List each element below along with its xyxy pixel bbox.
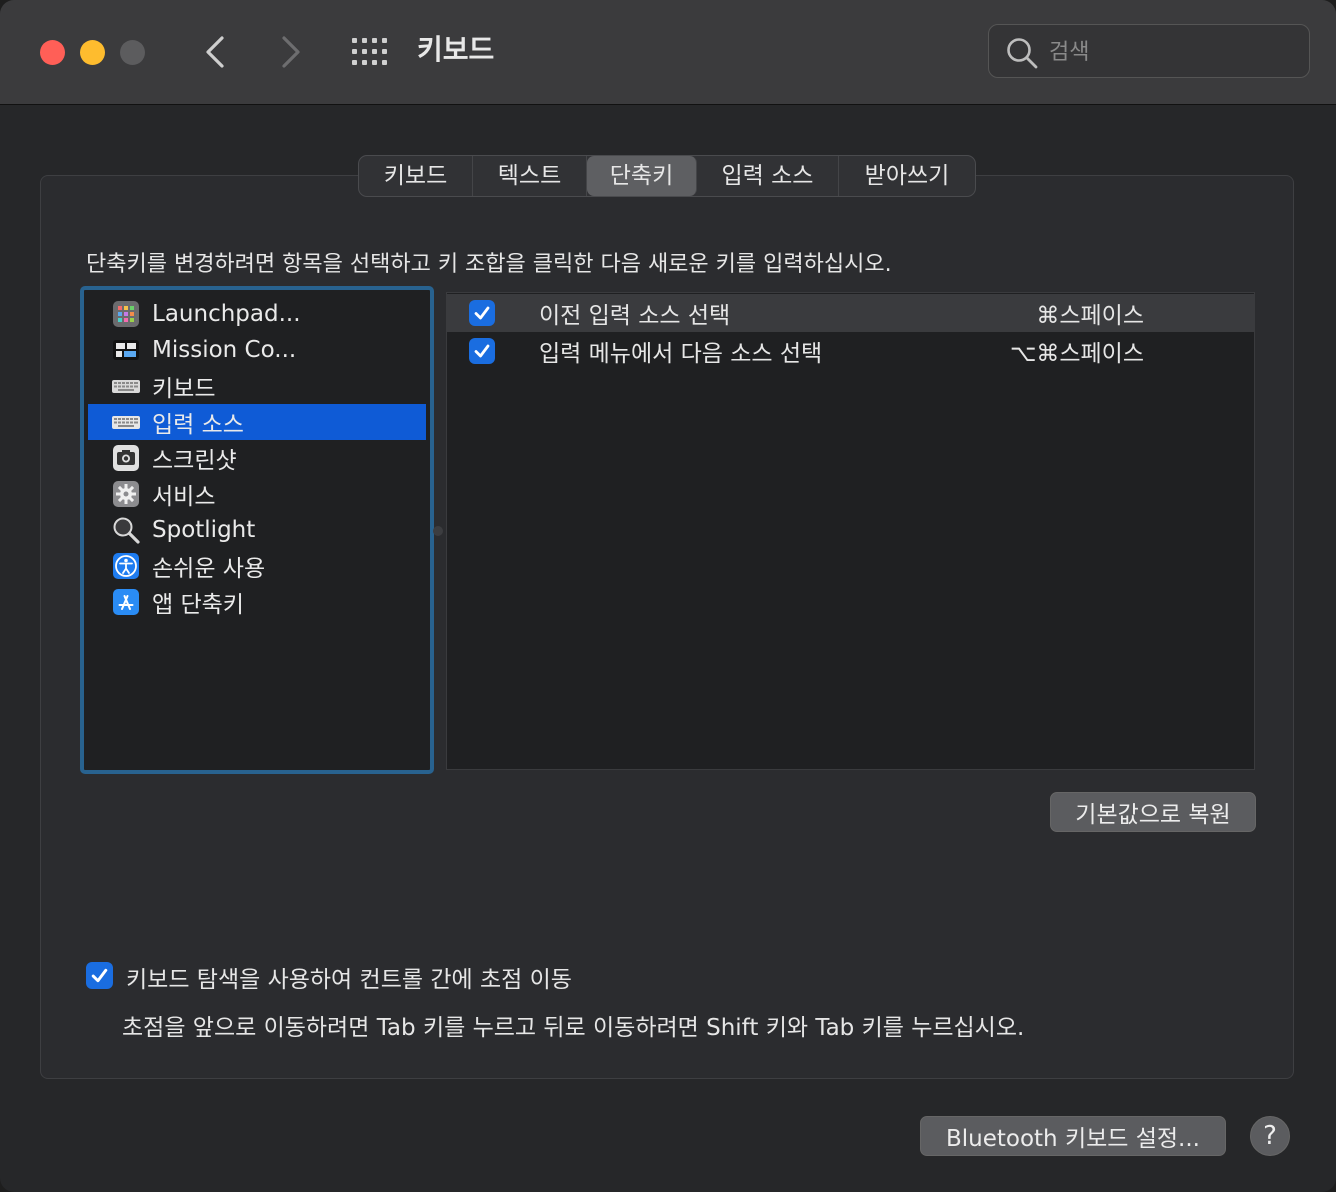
- launchpad-icon: [113, 301, 139, 327]
- app-store-icon: [113, 589, 139, 615]
- screenshot-icon: [113, 445, 139, 471]
- category-item-app-shortcuts[interactable]: 앱 단축키: [88, 584, 426, 620]
- split-view-divider[interactable]: [433, 526, 443, 536]
- category-label: 손쉬운 사용: [152, 556, 266, 582]
- forward-arrow-icon[interactable]: [270, 30, 310, 74]
- system-preferences-window: 키보드 키보드 텍스트 단축키 입력 소스 받아쓰기 단축키를 변경하려면 항목…: [0, 0, 1336, 1192]
- instruction-text: 단축키를 변경하려면 항목을 선택하고 키 조합을 클릭한 다음 새로운 키를 …: [86, 252, 892, 277]
- window-title: 키보드: [417, 33, 495, 66]
- category-list[interactable]: Launchpad... Mission Co... 키보드 입력 소스 스크린…: [80, 286, 434, 774]
- shortcut-row[interactable]: 입력 메뉴에서 다음 소스 선택 ⌥⌘스페이스: [447, 332, 1254, 370]
- shortcut-checkbox[interactable]: [469, 338, 495, 364]
- tab-dictation[interactable]: 받아쓰기: [839, 156, 975, 196]
- search-input[interactable]: [1047, 33, 1291, 71]
- category-item-spotlight[interactable]: Spotlight: [88, 512, 426, 548]
- keyboard-navigation-label[interactable]: 키보드 탐색을 사용하여 컨트롤 간에 초점 이동: [126, 960, 572, 994]
- category-label: Mission Co...: [152, 337, 297, 363]
- checkmark-icon: [91, 968, 108, 983]
- category-label: 입력 소스: [152, 412, 244, 438]
- category-item-mission-control[interactable]: Mission Co...: [88, 332, 426, 368]
- keyboard-navigation-checkbox[interactable]: [86, 962, 113, 989]
- shortcut-list[interactable]: 이전 입력 소스 선택 ⌘스페이스 입력 메뉴에서 다음 소스 선택 ⌥⌘스페이…: [446, 292, 1255, 770]
- keyboard-icon: [112, 380, 140, 393]
- help-button[interactable]: ?: [1250, 1116, 1290, 1156]
- category-label: 키보드: [152, 376, 216, 402]
- checkmark-icon: [474, 344, 490, 358]
- category-item-keyboard[interactable]: 키보드: [88, 368, 426, 404]
- category-item-accessibility[interactable]: 손쉬운 사용: [88, 548, 426, 584]
- category-label: Spotlight: [152, 517, 256, 543]
- shortcut-keys[interactable]: ⌘스페이스: [1036, 296, 1144, 330]
- show-all-grid-icon[interactable]: [352, 38, 388, 66]
- minimize-button[interactable]: [80, 40, 105, 65]
- mission-control-icon: [113, 340, 139, 360]
- gear-icon: [113, 481, 139, 507]
- shortcut-row[interactable]: 이전 입력 소스 선택 ⌘스페이스: [447, 294, 1254, 332]
- tab-bar: 키보드 텍스트 단축키 입력 소스 받아쓰기: [358, 155, 976, 197]
- category-item-input-sources[interactable]: 입력 소스: [88, 404, 426, 440]
- search-icon: [1007, 38, 1038, 69]
- category-label: 앱 단축키: [152, 592, 244, 618]
- search-field[interactable]: [988, 24, 1310, 78]
- category-item-screenshot[interactable]: 스크린샷: [88, 440, 426, 476]
- title-bar: 키보드: [0, 0, 1336, 105]
- category-item-services[interactable]: 서비스: [88, 476, 426, 512]
- keyboard-icon: [112, 416, 140, 429]
- tab-keyboard[interactable]: 키보드: [359, 156, 473, 196]
- back-arrow-icon[interactable]: [196, 30, 236, 74]
- keyboard-navigation-description: 초점을 앞으로 이동하려면 Tab 키를 누르고 뒤로 이동하려면 Shift …: [122, 1015, 1025, 1041]
- shortcut-name: 이전 입력 소스 선택: [539, 303, 731, 329]
- restore-defaults-button[interactable]: 기본값으로 복원: [1050, 792, 1256, 832]
- category-label: Launchpad...: [152, 301, 301, 327]
- zoom-button[interactable]: [120, 40, 145, 65]
- magnifier-icon: [113, 517, 140, 544]
- category-label: 서비스: [152, 484, 216, 510]
- tab-shortcuts[interactable]: 단축키: [587, 156, 697, 196]
- accessibility-icon: [113, 553, 139, 579]
- shortcut-name: 입력 메뉴에서 다음 소스 선택: [539, 341, 823, 367]
- close-button[interactable]: [40, 40, 65, 65]
- shortcut-checkbox[interactable]: [469, 300, 495, 326]
- tab-text[interactable]: 텍스트: [473, 156, 587, 196]
- tab-input-sources[interactable]: 입력 소스: [697, 156, 839, 196]
- bluetooth-keyboard-setup-button[interactable]: Bluetooth 키보드 설정...: [920, 1116, 1226, 1156]
- category-item-launchpad[interactable]: Launchpad...: [88, 296, 426, 332]
- category-label: 스크린샷: [152, 448, 237, 474]
- checkmark-icon: [474, 306, 490, 320]
- shortcut-keys[interactable]: ⌥⌘스페이스: [1010, 334, 1144, 368]
